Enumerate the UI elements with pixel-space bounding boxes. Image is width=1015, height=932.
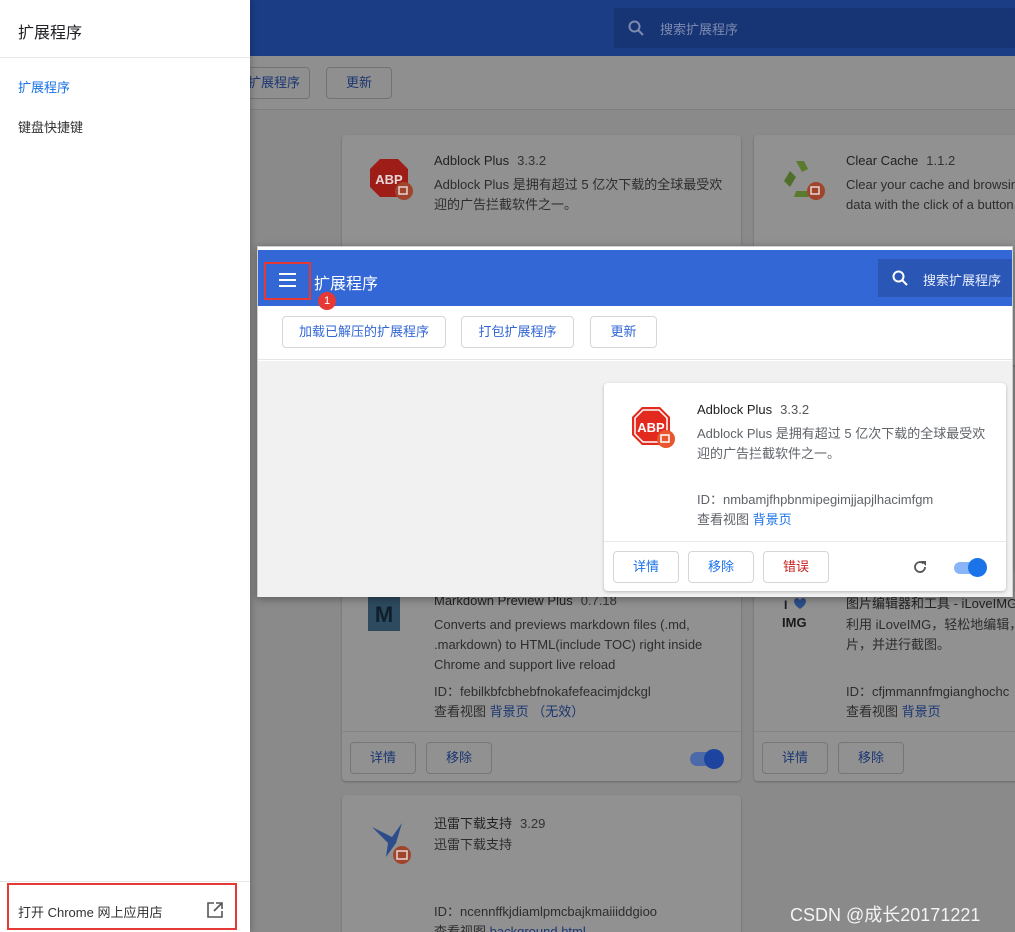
remove-button[interactable]: 移除 bbox=[838, 742, 904, 774]
abp-icon: ABP bbox=[368, 157, 414, 206]
card-description: Clear your cache and browsing data with … bbox=[846, 177, 1015, 212]
card-separator bbox=[604, 541, 1006, 542]
background-page-link[interactable]: 背景页 bbox=[753, 512, 792, 527]
search-icon bbox=[892, 270, 908, 289]
card-description: Adblock Plus 是拥有超过 5 亿次下载的全球最受欢迎的广告拦截软件之… bbox=[434, 177, 723, 212]
background-search-placeholder: 搜索扩展程序 bbox=[660, 22, 739, 37]
svg-text:M: M bbox=[375, 602, 393, 627]
update-button[interactable]: 更新 bbox=[590, 316, 657, 348]
svg-text:I: I bbox=[784, 598, 787, 612]
watermark: CSDN @成长20171221 bbox=[790, 905, 981, 925]
reload-icon[interactable] bbox=[912, 559, 928, 578]
thunder-icon bbox=[366, 817, 414, 868]
svg-text:IMG: IMG bbox=[782, 615, 807, 630]
open-in-new-icon bbox=[207, 902, 223, 921]
drawer-title: 扩展程序 bbox=[18, 25, 83, 42]
pack-extension-button[interactable]: 打包扩展程序 bbox=[461, 316, 574, 348]
recycle-icon bbox=[778, 157, 826, 206]
drawer-item-extensions[interactable]: 扩展程序 bbox=[18, 77, 70, 96]
background-search-bar[interactable]: 搜索扩展程序 bbox=[614, 8, 1015, 48]
card-name: 迅雷下载支持 3.29 bbox=[434, 816, 546, 831]
details-button[interactable]: 详情 bbox=[350, 742, 416, 774]
card-name: Adblock Plus 3.3.2 bbox=[434, 153, 547, 168]
menu-button[interactable] bbox=[264, 262, 311, 300]
background-page-link[interactable]: background.html bbox=[490, 924, 586, 932]
card-separator bbox=[754, 731, 1015, 732]
extension-name: Adblock Plus 3.3.2 bbox=[697, 402, 810, 417]
iloveimg-icon: I IMG bbox=[780, 597, 816, 636]
card-id: ID：cfjmmannfmgianghochc bbox=[846, 684, 1010, 699]
markdown-icon: M bbox=[368, 597, 400, 634]
search-icon bbox=[628, 20, 644, 39]
card-name: Clear Cache 1.1.2 bbox=[846, 153, 956, 168]
details-button[interactable]: 详情 bbox=[762, 742, 828, 774]
background-card-markdown: M Markdown Preview Plus 0.7.18 Converts a… bbox=[342, 571, 741, 781]
hamburger-icon bbox=[279, 273, 296, 291]
background-card-thunder: 迅雷下载支持 3.29 迅雷下载支持 ID：ncennffkjdiamlpmcba… bbox=[342, 795, 741, 932]
toolbar: 加载已解压的扩展程序 打包扩展程序 更新 bbox=[258, 306, 1012, 360]
card-links: 查看视图 背景页 bbox=[846, 704, 941, 719]
search-placeholder: 搜索扩展程序 bbox=[923, 273, 1002, 288]
search-bar[interactable]: 搜索扩展程序 bbox=[878, 259, 1012, 297]
drawer-divider bbox=[0, 57, 250, 58]
background-page-link[interactable]: 背景页 bbox=[902, 704, 941, 719]
details-button[interactable]: 详情 bbox=[613, 551, 679, 583]
background-update-button[interactable]: 更新 bbox=[326, 67, 392, 99]
card-separator bbox=[342, 731, 741, 732]
card-id: ID：ncennffkjdiamlpmcbajkmaiiiddgioo bbox=[434, 904, 658, 919]
extension-card: ABP Adblock Plus 3.3.2 Adblock Plus 是拥有超过… bbox=[604, 383, 1006, 591]
card-id: ID：febilkbfcbhebfnokafefeacimjdckgl bbox=[434, 684, 651, 699]
enable-toggle[interactable] bbox=[954, 558, 987, 577]
navigation-drawer: 扩展程序 扩展程序 键盘快捷键 打开 Chrome 网上应用店 bbox=[0, 0, 250, 932]
webstore-label: 打开 Chrome 网上应用店 bbox=[18, 905, 163, 920]
extensions-page-inset: 扩展程序 1 搜索扩展程序 加载已解压的扩展程序 打包扩展程序 更新 ABP A… bbox=[257, 246, 1013, 597]
inspect-views: 查看视图 背景页 bbox=[697, 512, 792, 527]
drawer-bottom-divider bbox=[0, 881, 250, 882]
background-page-link[interactable]: 背景页 bbox=[490, 704, 529, 719]
card-links: 查看视图 背景页 （无效） bbox=[434, 704, 585, 719]
load-unpacked-button[interactable]: 加载已解压的扩展程序 bbox=[282, 316, 446, 348]
remove-button[interactable]: 移除 bbox=[426, 742, 492, 774]
page-title: 扩展程序 bbox=[314, 276, 379, 293]
remove-button[interactable]: 移除 bbox=[688, 551, 754, 583]
errors-button[interactable]: 错误 bbox=[763, 551, 829, 583]
enable-toggle[interactable] bbox=[690, 749, 724, 769]
open-webstore-link[interactable]: 打开 Chrome 网上应用店 bbox=[7, 883, 237, 930]
drawer-item-shortcuts[interactable]: 键盘快捷键 bbox=[18, 117, 83, 136]
extension-id: ID：nmbamjfhpbnmipegimjjapjlhacimfgm bbox=[697, 492, 934, 507]
abp-icon: ABP bbox=[630, 405, 676, 454]
card-description: 利用 iLoveIMG，轻松地编辑，片，并进行截图。 bbox=[846, 617, 1015, 652]
background-card-iloveimg: I IMG 图片编辑器和工具 - iLoveIMG 利用 iLoveIMG，轻松地… bbox=[754, 571, 1015, 781]
card-description: Converts and previews markdown files (.m… bbox=[434, 617, 703, 672]
page-header: 扩展程序 1 搜索扩展程序 bbox=[258, 250, 1012, 310]
card-description: 迅雷下载支持 bbox=[434, 837, 513, 852]
extension-description: Adblock Plus 是拥有超过 5 亿次下载的全球最受欢迎的广告拦截软件之… bbox=[697, 426, 986, 461]
card-links: 查看视图 background.html bbox=[434, 921, 586, 932]
extensions-list: ABP Adblock Plus 3.3.2 Adblock Plus 是拥有超过… bbox=[258, 361, 1012, 597]
